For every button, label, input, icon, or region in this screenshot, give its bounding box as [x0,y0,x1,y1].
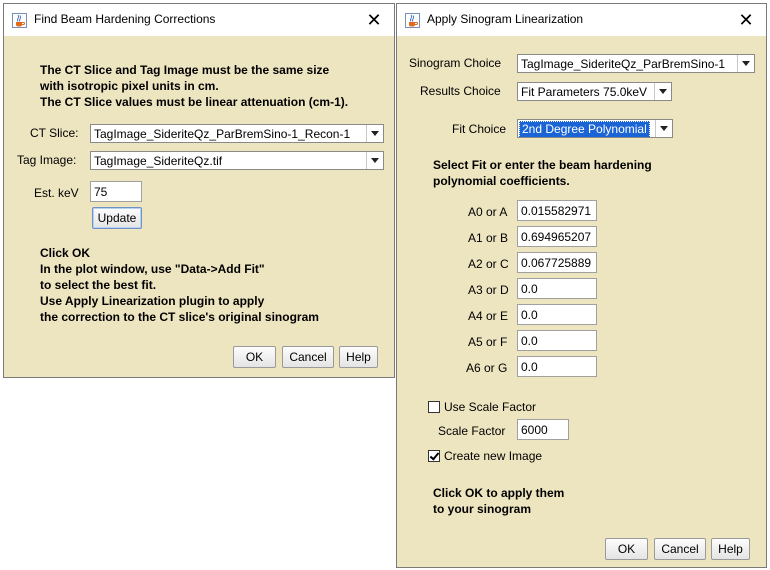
update-button[interactable]: Update [92,207,142,229]
instruction-line-1: Click OK [40,246,91,260]
coef-a6-input[interactable]: 0.0 [517,356,597,377]
create-new-image-checkbox[interactable] [428,450,440,462]
coef-a6-label: A6 or G [466,361,508,375]
title-bar[interactable]: Find Beam Hardening Corrections ✕ [4,4,394,36]
ct-slice-label: CT Slice: [30,126,79,140]
coef-a4-label: A4 or E [468,309,509,323]
dialog-body: The CT Slice and Tag Image must be the s… [4,36,394,377]
coef-a5-label: A5 or F [468,335,508,349]
tag-image-dropdown[interactable]: TagImage_SideriteQz.tif [90,151,384,170]
use-scale-factor-checkbox[interactable] [428,401,440,413]
coef-a1-label: A1 or B [468,231,509,245]
dialog-body: Sinogram Choice TagImage_SideriteQz_ParB… [397,36,766,567]
instruction-line-2: In the plot window, use "Data->Add Fit" [40,262,265,276]
cancel-button[interactable]: Cancel [654,538,706,560]
fit-choice-value: 2nd Degree Polynomial [519,121,650,137]
chevron-down-icon[interactable] [737,55,754,72]
help-button[interactable]: Help [339,346,378,368]
sinogram-choice-label: Sinogram Choice [409,56,502,70]
fit-choice-dropdown[interactable]: 2nd Degree Polynomial [517,119,673,138]
scale-factor-value: 6000 [521,423,548,437]
instruction-line-5: the correction to the CT slice's origina… [40,310,319,324]
results-choice-dropdown[interactable]: Fit Parameters 75.0keV [517,82,672,101]
instruction-line-3: to select the best fit. [40,278,157,292]
info-line-2: with isotropic pixel units in cm. [40,79,219,93]
ok-button[interactable]: OK [605,538,648,560]
coef-a2-label: A2 or C [468,257,509,271]
scale-factor-input[interactable]: 6000 [517,419,569,440]
select-fit-line-1: Select Fit or enter the beam hardening [433,158,652,172]
title-bar[interactable]: Apply Sinogram Linearization ✕ [397,4,766,36]
instruction-line-4: Use Apply Linearization plugin to apply [40,294,265,308]
coef-a3-input[interactable]: 0.0 [517,278,597,299]
java-app-icon [12,13,27,28]
tag-image-value: TagImage_SideriteQz.tif [94,154,223,168]
close-icon[interactable]: ✕ [354,4,394,36]
coef-a1-input[interactable]: 0.694965207 [517,226,597,247]
est-kev-label: Est. keV [34,186,79,200]
results-choice-value: Fit Parameters 75.0keV [521,85,648,99]
fit-choice-label: Fit Choice [452,122,507,136]
window-title: Find Beam Hardening Corrections [34,12,216,26]
coef-a4-input[interactable]: 0.0 [517,304,597,325]
use-scale-factor-label[interactable]: Use Scale Factor [444,400,536,414]
results-choice-label: Results Choice [420,84,501,98]
coef-a3-label: A3 or D [468,283,509,297]
coef-a5-value: 0.0 [521,334,538,348]
find-beam-hardening-dialog: Find Beam Hardening Corrections ✕ The CT… [3,3,395,378]
coef-a2-value: 0.067725889 [521,256,592,270]
ct-slice-dropdown[interactable]: TagImage_SideriteQz_ParBremSino-1_Recon-… [90,124,384,143]
apply-sinogram-linearization-dialog: Apply Sinogram Linearization ✕ Sinogram … [396,3,767,568]
est-kev-value: 75 [94,185,108,199]
apply-line-2: to your sinogram [433,502,532,516]
java-app-icon [405,13,420,28]
sinogram-choice-dropdown[interactable]: TagImage_SideriteQz_ParBremSino-1 [517,54,755,73]
chevron-down-icon[interactable] [654,83,671,100]
coef-a0-label: A0 or A [468,205,508,219]
scale-factor-label: Scale Factor [438,424,506,438]
est-kev-input[interactable]: 75 [90,181,142,202]
create-new-image-label[interactable]: Create new Image [444,449,542,463]
coef-a1-value: 0.694965207 [521,230,592,244]
chevron-down-icon[interactable] [655,120,672,137]
coef-a3-value: 0.0 [521,282,538,296]
chevron-down-icon[interactable] [366,152,383,169]
coef-a4-value: 0.0 [521,308,538,322]
select-fit-line-2: polynomial coefficients. [433,174,570,188]
cancel-button[interactable]: Cancel [282,346,334,368]
coef-a6-value: 0.0 [521,360,538,374]
coef-a5-input[interactable]: 0.0 [517,330,597,351]
close-icon[interactable]: ✕ [726,4,766,36]
help-button[interactable]: Help [711,538,750,560]
window-title: Apply Sinogram Linearization [427,12,584,26]
tag-image-label: Tag Image: [17,153,77,167]
coef-a0-value: 0.015582971 [521,204,592,218]
info-line-3: The CT Slice values must be linear atten… [40,95,349,109]
info-line-1: The CT Slice and Tag Image must be the s… [40,63,330,77]
sinogram-choice-value: TagImage_SideriteQz_ParBremSino-1 [521,57,726,71]
chevron-down-icon[interactable] [366,125,383,142]
apply-line-1: Click OK to apply them [433,486,565,500]
ok-button[interactable]: OK [233,346,276,368]
coef-a0-input[interactable]: 0.015582971 [517,200,597,221]
coef-a2-input[interactable]: 0.067725889 [517,252,597,273]
ct-slice-value: TagImage_SideriteQz_ParBremSino-1_Recon-… [94,127,351,141]
